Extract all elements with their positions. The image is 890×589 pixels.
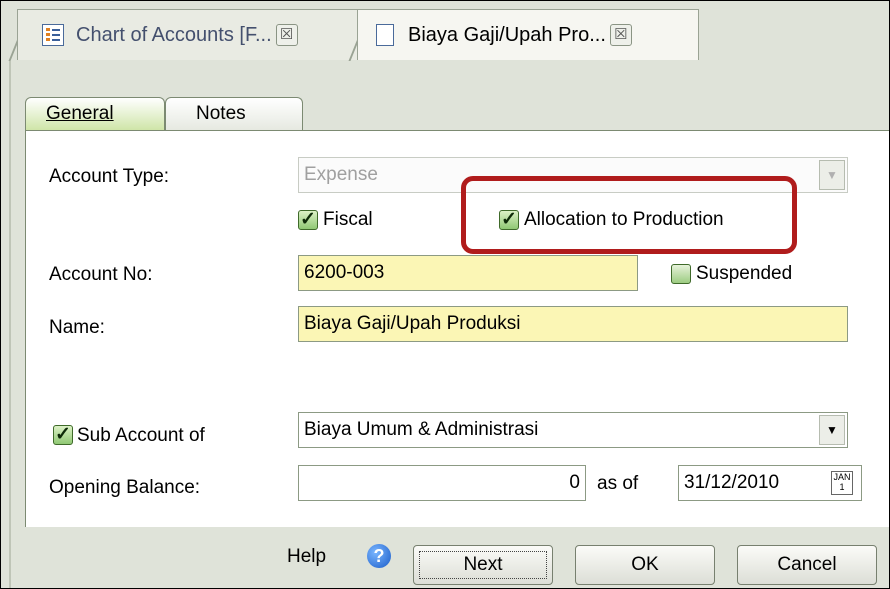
ok-button[interactable]: OK [575, 545, 715, 585]
account-window: Chart of Accounts [F... ☒ Biaya Gaji/Upa… [0, 0, 890, 589]
as-of-label: as of [597, 473, 639, 494]
sub-account-select[interactable]: Biaya Umum & Administrasi ▼ [298, 412, 848, 448]
sub-account-checkbox[interactable]: ✓ [53, 425, 73, 445]
left-border [9, 61, 11, 588]
help-icon[interactable]: ? [367, 544, 391, 568]
suspended-checkbox[interactable] [671, 264, 691, 284]
tab-general[interactable]: General [25, 97, 165, 130]
sub-account-value: Biaya Umum & Administrasi [304, 419, 539, 440]
name-input[interactable]: Biaya Gaji/Upah Produksi [298, 306, 848, 342]
document-icon [376, 24, 394, 46]
list-icon [42, 24, 64, 46]
fiscal-checkbox[interactable]: ✓ [298, 210, 318, 230]
as-of-date-input[interactable]: 31/12/2010 JAN 1 [678, 465, 862, 501]
opening-balance-input[interactable]: 0 [298, 465, 586, 501]
tab-chart-of-accounts[interactable]: Chart of Accounts [F... ☒ [17, 9, 367, 60]
tab-label: Biaya Gaji/Upah Pro... [408, 23, 606, 46]
focus-rect [419, 551, 547, 579]
close-icon[interactable]: ☒ [609, 24, 632, 46]
fiscal-label: Fiscal [323, 209, 373, 230]
tab-general-label: General [46, 103, 114, 124]
tab-notes[interactable]: Notes [165, 97, 303, 130]
account-no-input[interactable]: 6200-003 [298, 255, 638, 291]
account-no-label: Account No: [49, 264, 153, 285]
as-of-date-value: 31/12/2010 [684, 472, 780, 493]
chevron-down-icon: ▼ [819, 160, 845, 190]
cancel-button[interactable]: Cancel [737, 545, 877, 585]
name-label: Name: [49, 317, 105, 338]
help-label[interactable]: Help [287, 546, 326, 568]
cancel-label: Cancel [777, 554, 837, 575]
close-icon[interactable]: ☒ [275, 24, 298, 46]
chevron-down-icon[interactable]: ▼ [819, 415, 845, 445]
tab-strip-bottom [1, 61, 889, 71]
calendar-icon[interactable]: JAN 1 [831, 471, 853, 495]
account-type-label: Account Type: [49, 166, 170, 187]
suspended-label: Suspended [696, 263, 793, 284]
highlight-box [461, 176, 797, 254]
ok-label: OK [631, 554, 659, 575]
next-button[interactable]: Next [413, 545, 553, 585]
opening-balance-label: Opening Balance: [49, 477, 201, 498]
tab-notes-label: Notes [196, 103, 246, 124]
sub-account-label: Sub Account of [77, 425, 205, 446]
tab-biaya-gaji[interactable]: Biaya Gaji/Upah Pro... ☒ [357, 9, 699, 60]
account-type-value: Expense [304, 164, 378, 185]
tab-label: Chart of Accounts [F... [76, 23, 272, 46]
